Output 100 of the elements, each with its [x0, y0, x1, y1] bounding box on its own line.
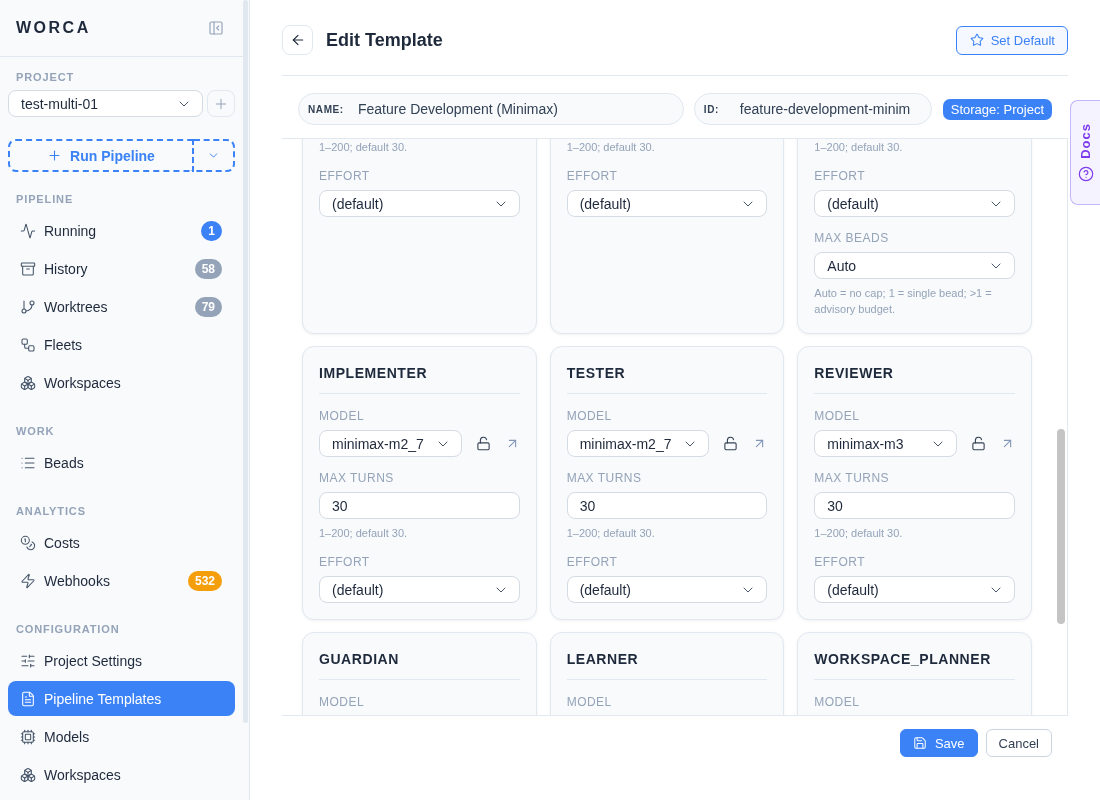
- field-label: MODEL: [566, 694, 613, 710]
- connected-squares-icon: [20, 336, 36, 353]
- cancel-button[interactable]: Cancel: [985, 729, 1052, 757]
- field-label: MODEL: [319, 408, 366, 424]
- nav-item[interactable]: Worktrees 79: [8, 289, 235, 324]
- pulse-icon: [20, 222, 36, 239]
- model-select[interactable]: minimax-m3: [814, 430, 957, 457]
- page-title: Edit Template: [326, 29, 443, 51]
- model-select[interactable]: minimax-m2_7: [566, 430, 710, 457]
- select-field[interactable]: (default): [814, 576, 1015, 603]
- save-button[interactable]: Save: [899, 729, 978, 757]
- padlock-open-icon[interactable]: [971, 436, 986, 451]
- section-label: PROJECT: [15, 70, 76, 84]
- field-label: MAX TURNS: [319, 470, 395, 486]
- select-field[interactable]: (default): [814, 190, 1015, 217]
- id-field[interactable]: ID: feature-development-minim: [693, 93, 932, 125]
- nav-item[interactable]: Beads: [8, 445, 235, 480]
- nav-item[interactable]: Webhooks 532: [8, 563, 235, 598]
- hint-text: 1–200; default 30.: [814, 526, 904, 541]
- field-label: MODEL: [814, 408, 861, 424]
- count-badge: 79: [194, 296, 222, 317]
- field-label: EFFORT: [814, 554, 866, 570]
- count-badge: 1: [201, 220, 222, 241]
- hint-text: 1–200; default 30.: [319, 526, 409, 541]
- name-field[interactable]: NAME: Feature Development (Minimax): [298, 93, 684, 125]
- run-pipeline-button[interactable]: Run Pipeline: [8, 139, 194, 172]
- boxes-icon: [20, 766, 36, 783]
- field-label: MAX BEADS: [814, 230, 890, 246]
- select-field[interactable]: (default): [319, 576, 520, 603]
- section-label: ANALYTICS: [15, 504, 87, 518]
- lightning-icon: [20, 572, 36, 589]
- field-label: NAME:: [308, 103, 345, 115]
- question-circle-icon: [1077, 166, 1094, 183]
- model-select[interactable]: minimax-m2_7: [319, 430, 462, 457]
- nav-item[interactable]: History 58: [8, 251, 235, 286]
- panel-collapse-icon[interactable]: [208, 20, 224, 36]
- padlock-open-icon[interactable]: [723, 436, 739, 451]
- number-input[interactable]: 30: [566, 492, 768, 519]
- field-label: MODEL: [814, 694, 861, 710]
- archive-box-icon: [20, 260, 36, 277]
- section-label: PIPELINE: [15, 192, 75, 206]
- field-label: EFFORT: [814, 168, 866, 184]
- field-label: ID:: [703, 103, 720, 115]
- card-title: REVIEWER: [814, 364, 895, 382]
- padlock-open-icon[interactable]: [475, 436, 491, 451]
- card-title: TESTER: [566, 364, 627, 382]
- sliders-icon: [20, 652, 36, 669]
- hint-text: 1–200; default 30.: [319, 140, 409, 155]
- count-badge: 58: [194, 258, 222, 279]
- field-label: MAX TURNS: [566, 470, 643, 486]
- document-icon: [20, 690, 36, 707]
- hint-text: Auto = no cap; 1 = single bead; >1 = advisory budget.: [814, 286, 993, 317]
- card-title: WORKSPACE_PLANNER: [814, 650, 992, 668]
- field-label: EFFORT: [319, 168, 371, 184]
- brand-logo: WORCA: [16, 19, 91, 37]
- hint-text: 1–200; default 30.: [566, 140, 656, 155]
- field-label: EFFORT: [566, 554, 619, 570]
- project-select[interactable]: test-multi-01: [8, 90, 203, 117]
- number-input[interactable]: 30: [319, 492, 520, 519]
- scrollbar-thumb[interactable]: [1057, 429, 1065, 624]
- field-label: EFFORT: [319, 554, 371, 570]
- name-input[interactable]: Feature Development (Minimax): [358, 101, 673, 117]
- docs-tab[interactable]: Docs: [1070, 100, 1100, 205]
- card-title: IMPLEMENTER: [319, 364, 429, 382]
- add-project-button[interactable]: [207, 90, 235, 117]
- star-icon: [969, 33, 984, 47]
- nav-item[interactable]: Workspaces: [8, 757, 235, 792]
- field-label: MODEL: [319, 694, 366, 710]
- count-badge: 532: [187, 570, 222, 591]
- set-default-button[interactable]: Set Default: [955, 25, 1068, 55]
- nav-item[interactable]: Models: [8, 719, 235, 754]
- storage-badge: Storage: Project: [942, 98, 1052, 120]
- run-options-button[interactable]: [194, 139, 235, 172]
- chip-icon: [20, 728, 36, 745]
- coins-icon: [20, 534, 36, 551]
- field-label: MODEL: [566, 408, 613, 424]
- hint-text: 1–200; default 30.: [566, 526, 656, 541]
- select-field[interactable]: (default): [566, 576, 768, 603]
- select-field[interactable]: Auto: [814, 252, 1015, 279]
- section-label: WORK: [15, 424, 56, 438]
- nav-item[interactable]: Running 1: [8, 213, 235, 248]
- plus-icon: [47, 148, 63, 163]
- card-title: GUARDIAN: [319, 650, 400, 668]
- boxes-icon: [20, 374, 36, 391]
- back-button[interactable]: [282, 25, 313, 55]
- hint-text: 1–200; default 30.: [814, 140, 904, 155]
- card-title: LEARNER: [566, 650, 640, 668]
- select-field[interactable]: (default): [319, 190, 520, 217]
- branch-icon: [20, 298, 36, 315]
- section-label: CONFIGURATION: [15, 622, 121, 636]
- nav-item[interactable]: Fleets: [8, 327, 235, 362]
- nav-item[interactable]: Costs: [8, 525, 235, 560]
- select-field[interactable]: (default): [566, 190, 768, 217]
- number-input[interactable]: 30: [814, 492, 1015, 519]
- id-input[interactable]: feature-development-minim: [739, 101, 921, 117]
- nav-item[interactable]: Project Settings: [8, 643, 235, 678]
- nav-item[interactable]: Workspaces: [8, 365, 235, 400]
- nav-item[interactable]: Pipeline Templates: [8, 681, 235, 716]
- field-label: MAX TURNS: [814, 470, 891, 486]
- field-label: EFFORT: [566, 168, 619, 184]
